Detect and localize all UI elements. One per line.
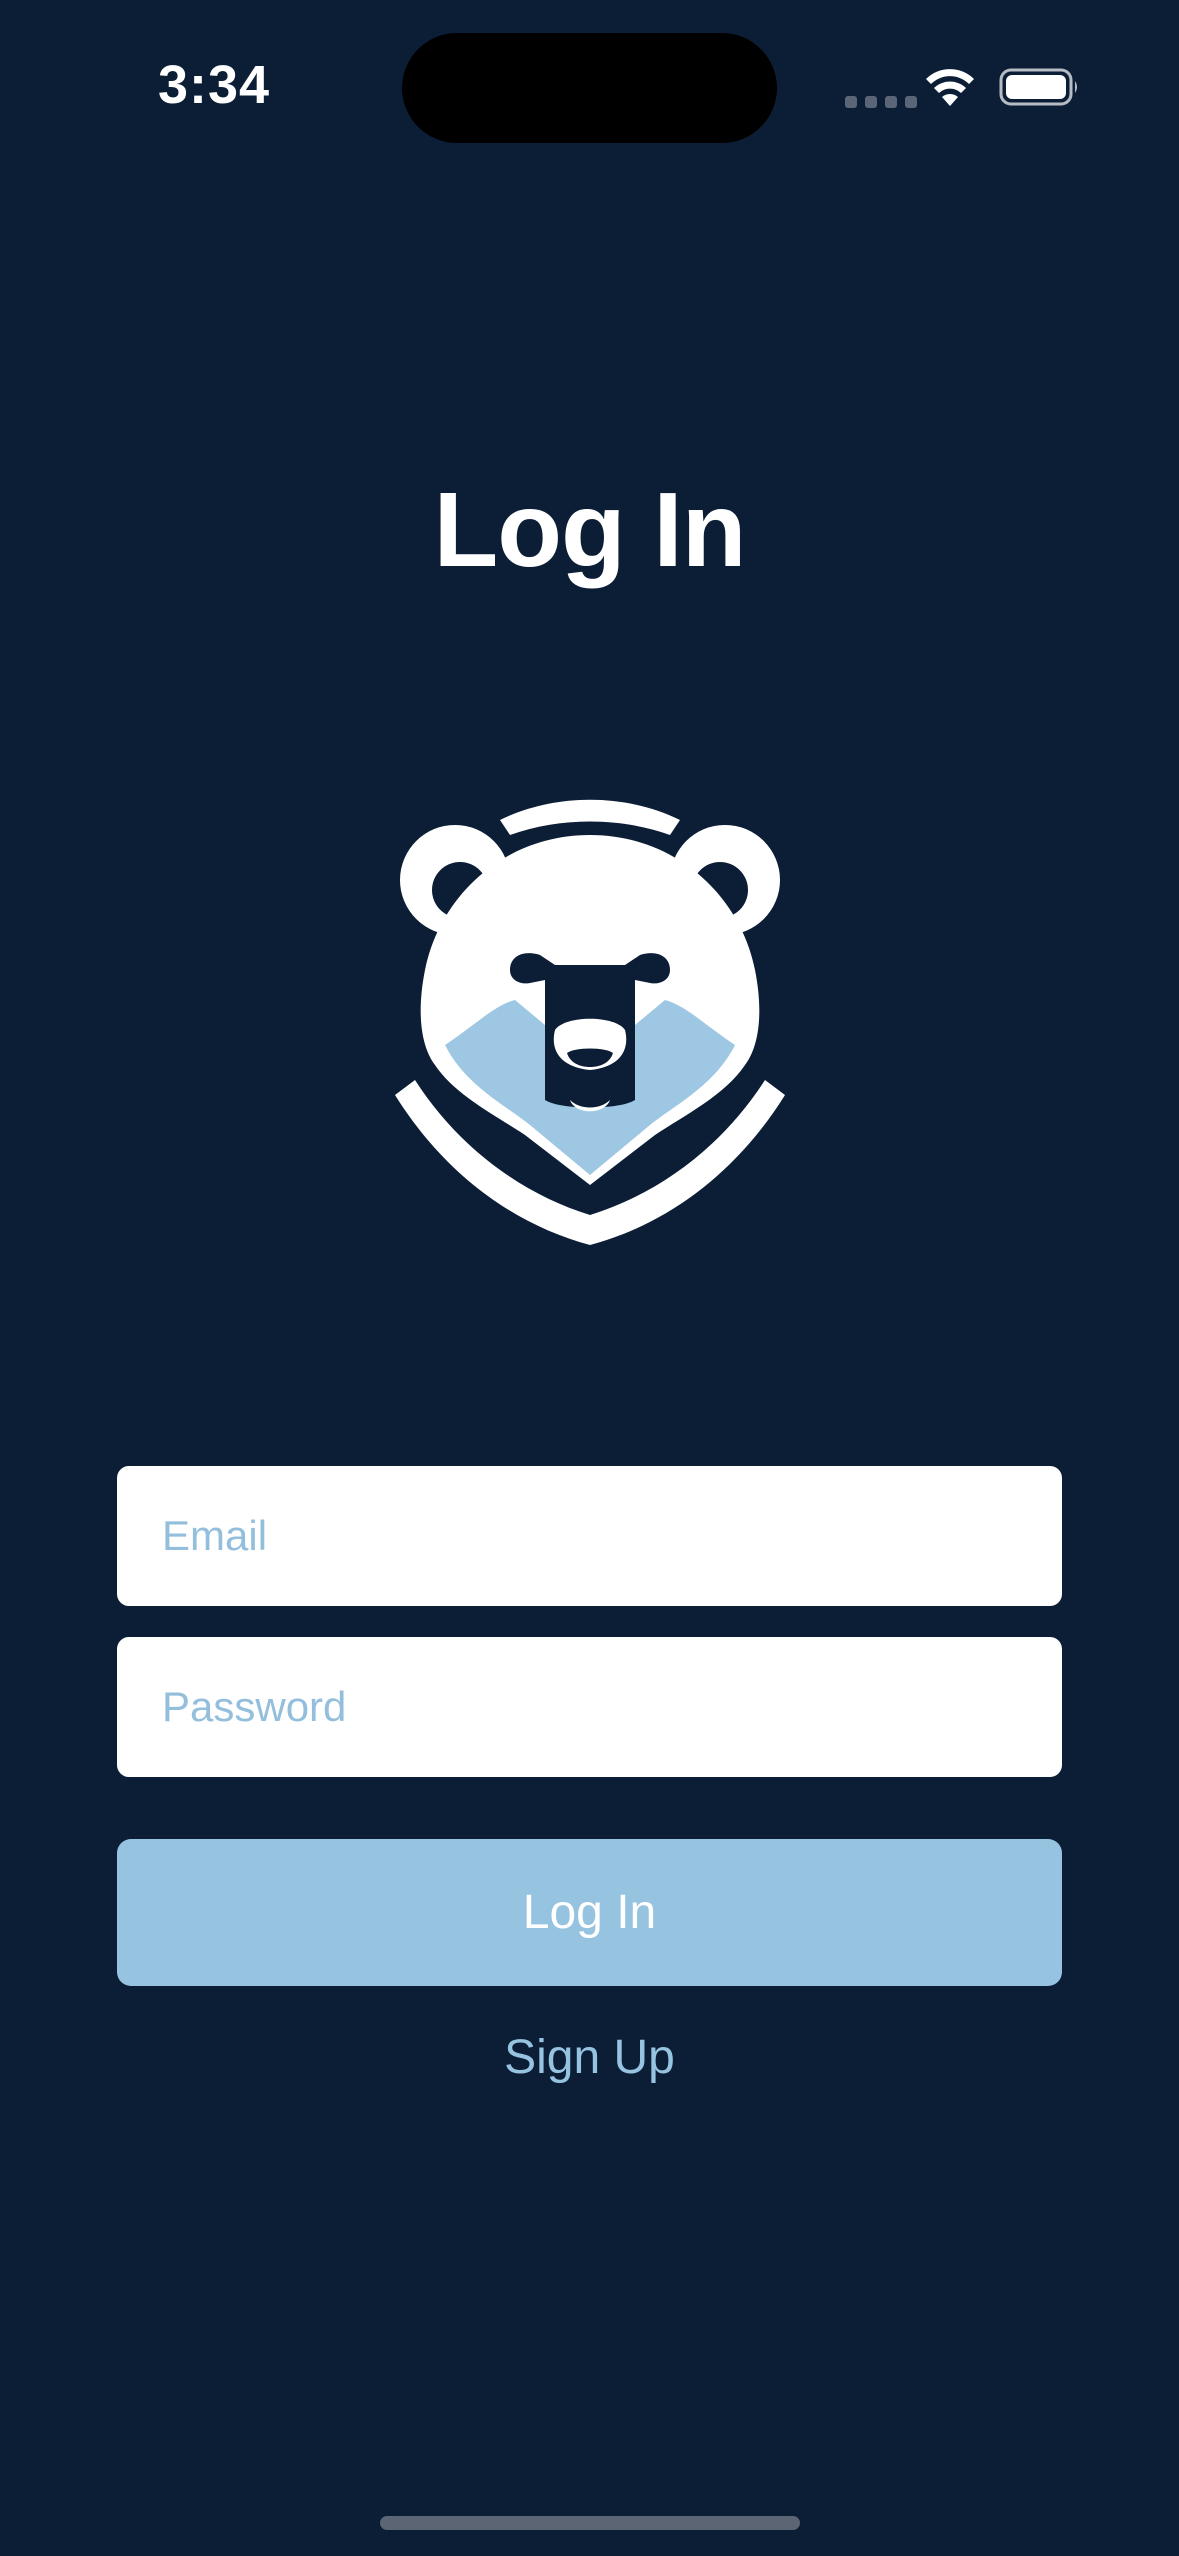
wifi-icon xyxy=(926,69,974,106)
bear-icon xyxy=(395,799,785,1245)
dynamic-island xyxy=(402,33,777,143)
login-screen: 3:34 Log In Log xyxy=(0,0,1179,2556)
email-field[interactable] xyxy=(117,1466,1062,1606)
cellular-signal-icon xyxy=(845,96,917,108)
home-indicator[interactable] xyxy=(380,2516,800,2530)
battery-icon xyxy=(999,68,1077,106)
signup-link[interactable]: Sign Up xyxy=(0,2030,1179,2085)
status-time: 3:34 xyxy=(158,55,271,115)
page-title: Log In xyxy=(433,471,747,589)
password-field[interactable] xyxy=(117,1637,1062,1777)
login-button[interactable]: Log In xyxy=(117,1839,1062,1986)
